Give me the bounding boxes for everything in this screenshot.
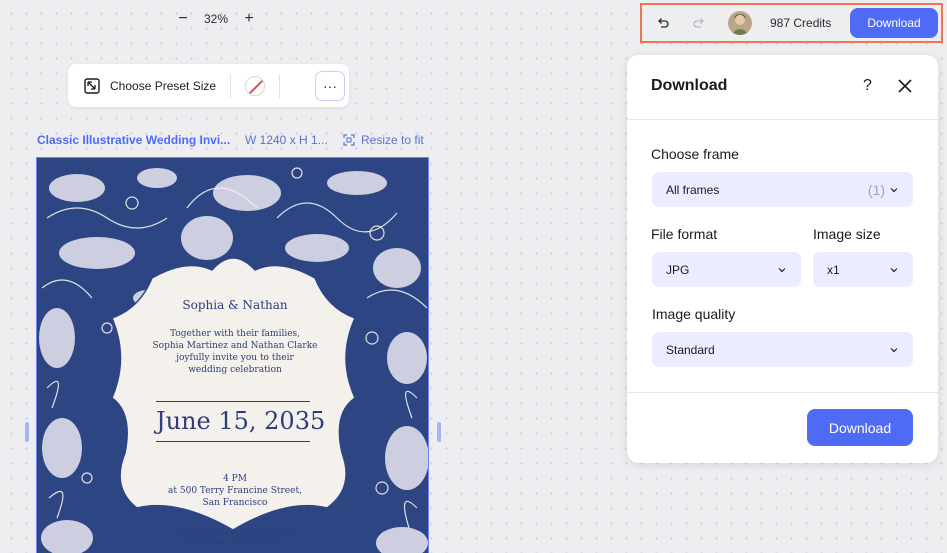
intro-line: wedding celebration	[188, 365, 282, 375]
time-and-venue: 4 PM at 500 Terry Francine Street, San F…	[120, 473, 350, 509]
download-button-top[interactable]: Download	[850, 8, 938, 38]
top-action-bar: 987 Credits Download	[640, 3, 943, 43]
choose-preset-size-button[interactable]: Choose Preset Size	[84, 77, 217, 94]
chevron-down-icon	[889, 265, 899, 275]
choose-frame-select[interactable]: All frames (1)	[652, 172, 913, 207]
avatar-photo-icon	[728, 11, 752, 35]
toolbar-divider	[230, 73, 232, 98]
frame-count: (1)	[867, 181, 885, 198]
document-dimensions: W 1240 x H 1...	[245, 133, 328, 147]
choose-frame-label: Choose frame	[651, 146, 739, 162]
venue-line: at 500 Terry Francine Street,	[168, 486, 302, 496]
more-options-button[interactable]: ···	[315, 70, 345, 101]
file-format-select[interactable]: JPG	[652, 252, 801, 287]
canvas-resize-handle-right[interactable]	[437, 422, 441, 442]
background-color-none-swatch[interactable]	[245, 75, 266, 96]
image-size-select[interactable]: x1	[813, 252, 913, 287]
image-quality-value: Standard	[666, 342, 715, 357]
canvas-resize-handle-left[interactable]	[25, 422, 29, 442]
couple-names: Sophia & Nathan	[182, 298, 288, 312]
invitation-intro: Together with their families, Sophia Mar…	[140, 328, 330, 376]
image-quality-select[interactable]: Standard	[652, 332, 913, 367]
fit-frame-icon	[343, 134, 355, 146]
choose-frame-value: All frames	[666, 182, 720, 197]
chevron-down-icon	[777, 265, 787, 275]
time-line: 4 PM	[223, 474, 247, 484]
city-line: San Francisco	[202, 498, 268, 508]
file-format-value: JPG	[666, 262, 690, 277]
download-panel-header: Download ?	[627, 55, 938, 120]
dress-code-line: Dress code: Cocktail attire.	[186, 539, 284, 547]
toolbar-divider	[279, 73, 281, 98]
chevron-down-icon	[889, 345, 899, 355]
download-button[interactable]: Download	[807, 409, 913, 446]
image-size-label: Image size	[813, 226, 881, 242]
zoom-in-button[interactable]: +	[242, 10, 256, 28]
resize-to-fit-button[interactable]: Resize to fit	[343, 133, 424, 147]
image-quality-label: Image quality	[652, 306, 736, 322]
intro-line: Sophia Martinez and Nathan Clarke	[152, 341, 318, 351]
close-icon[interactable]	[897, 78, 913, 94]
choose-preset-size-label: Choose Preset Size	[110, 78, 217, 93]
intro-line: Together with their families,	[169, 329, 301, 339]
zoom-controls: − 32% +	[176, 10, 256, 28]
download-panel: Download ? Choose frame All frames (1) F…	[627, 55, 938, 463]
document-info: Classic Illustrative Wedding Invi... W 1…	[37, 133, 430, 147]
zoom-out-button[interactable]: −	[176, 10, 190, 28]
resize-to-fit-label: Resize to fit	[361, 133, 424, 147]
reception-line: Reception and dancing to follow	[177, 529, 293, 537]
image-size-value: x1	[827, 262, 840, 277]
closing-notes: Reception and dancing to follow Dress co…	[120, 528, 350, 548]
redo-button[interactable]	[688, 12, 710, 34]
undo-button[interactable]	[652, 12, 674, 34]
document-title[interactable]: Classic Illustrative Wedding Invi...	[37, 133, 233, 147]
intro-line: joyfully invite you to their	[176, 353, 294, 363]
credits-count: 987 Credits	[770, 16, 832, 30]
zoom-level: 32%	[204, 12, 229, 26]
file-format-label: File format	[651, 226, 718, 242]
user-avatar[interactable]	[728, 11, 752, 35]
help-button[interactable]: ?	[863, 77, 872, 95]
redo-icon	[693, 18, 704, 28]
resize-icon	[84, 77, 100, 94]
chevron-down-icon	[890, 187, 898, 192]
undo-icon	[658, 18, 669, 28]
download-panel-divider	[627, 392, 938, 393]
wedding-date: June 15, 2035	[156, 401, 325, 442]
download-panel-title: Download	[651, 77, 728, 94]
floating-toolbar: Choose Preset Size ···	[68, 64, 349, 107]
